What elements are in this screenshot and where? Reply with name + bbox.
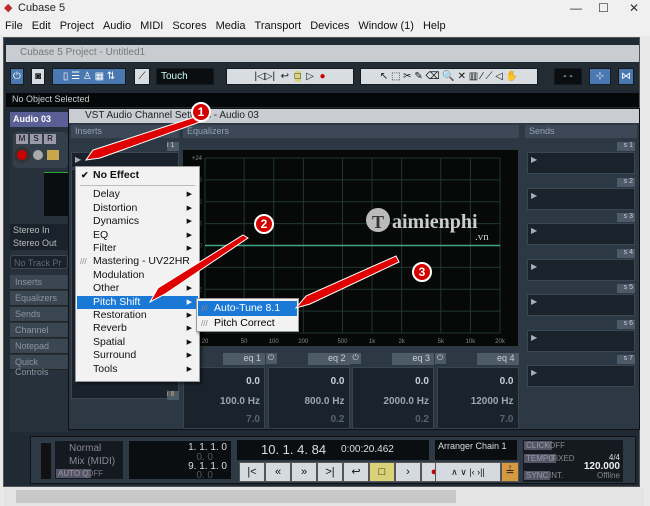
annotation-badge-3: 3 [412, 262, 432, 282]
svg-text:aimienphi: aimienphi [392, 211, 478, 233]
annotation-badge-1: 1 [191, 102, 211, 122]
svg-text:T: T [372, 212, 384, 232]
taimienphi-watermark: Taimienphi.vn [366, 208, 489, 243]
annotation-layer: Taimienphi.vn [84, 116, 489, 309]
svg-text:.vn: .vn [475, 231, 489, 243]
annotation-badge-2: 2 [254, 214, 274, 234]
annotation-arrow-1 [84, 116, 201, 161]
annotation-arrow-3 [294, 255, 400, 309]
annotation-arrow-2 [148, 234, 249, 304]
